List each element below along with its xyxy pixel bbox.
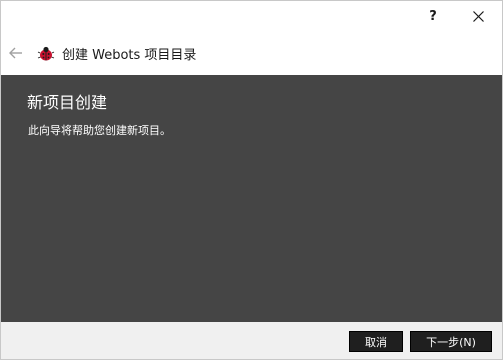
wizard-title: 创建 Webots 项目目录 [62,48,197,63]
back-arrow-icon[interactable] [8,45,24,61]
close-icon [472,11,484,22]
wizard-page-content: 新项目创建 此向导将帮助您创建新项目。 [1,75,502,322]
help-button[interactable]: ? [411,1,455,32]
cancel-button[interactable]: 取消 [349,331,403,352]
page-description: 此向导将帮助您创建新项目。 [28,124,171,137]
help-label: ? [429,9,437,24]
wizard-header: 创建 Webots 项目目录 [1,32,502,75]
wizard-window: ? 创建 Webots 项目目录 新项目创建 此向导将帮助您创建新项目。 取消 … [0,0,503,360]
webots-ladybug-icon [37,46,55,61]
next-button[interactable]: 下一步(N) [410,331,492,352]
page-heading: 新项目创建 [27,93,108,112]
wizard-footer: 取消 下一步(N) [1,322,502,359]
close-button[interactable] [456,1,500,32]
title-bar: ? [1,1,502,32]
